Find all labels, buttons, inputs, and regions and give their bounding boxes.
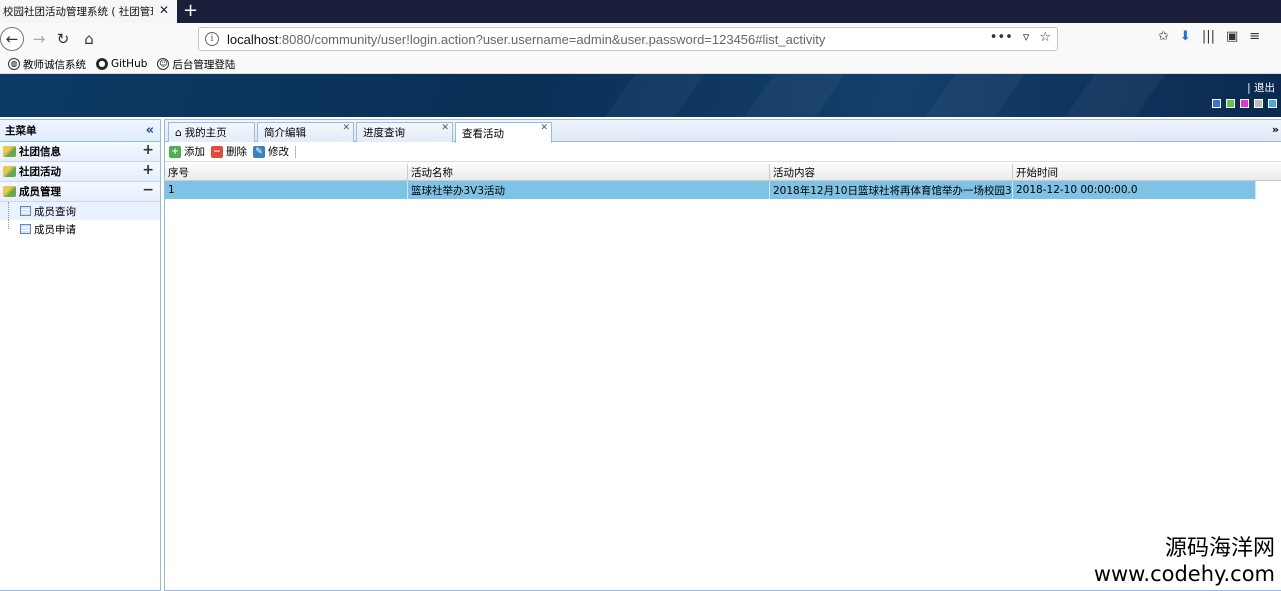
close-tab-icon[interactable]: ✕ [159, 3, 169, 17]
delete-icon: − [211, 145, 223, 158]
forward-icon[interactable]: → [28, 28, 50, 50]
browser-tab-bar: 校园社团活动管理系统 ( 社团管理员 ✕ + [0, 0, 1281, 23]
content-tabs: ⌂ 我的主页 简介编辑 ✕ 进度查询 ✕ 查看活动 ✕ » [165, 120, 1281, 143]
smiley-icon: ☺ [157, 58, 170, 70]
column-header[interactable]: 序号 [165, 164, 408, 180]
table-icon [20, 224, 31, 234]
bookmark-admin[interactable]: ☺ 后台管理登陆 [157, 57, 235, 72]
tree-item-member-query[interactable]: 成员查询 [0, 202, 160, 220]
bookmark-star-icon[interactable]: ☆ [1039, 30, 1051, 45]
github-icon: ● [96, 58, 108, 70]
folder-icon [3, 186, 16, 197]
watermark-en: www.codehy.com [1093, 562, 1275, 586]
watermark-cn: 源码海洋网 [1164, 536, 1275, 561]
expand-icon[interactable]: + [142, 142, 154, 158]
tab-home[interactable]: ⌂ 我的主页 [168, 122, 255, 142]
url-host: localhost [227, 31, 279, 47]
tab-progress[interactable]: 进度查询 ✕ [356, 122, 453, 142]
cell-start-time: 2018-12-10 00:00:00.0 [1013, 181, 1256, 199]
url-bar[interactable]: i localhost:8080/community/user!login.ac… [198, 27, 1058, 51]
theme-switcher [1212, 99, 1277, 108]
bookmark-github[interactable]: ● GitHub [96, 58, 147, 70]
folder-icon [3, 146, 16, 157]
content-panel: ⌂ 我的主页 简介编辑 ✕ 进度查询 ✕ 查看活动 ✕ » + 添加 − 删除 … [164, 119, 1281, 591]
theme-sky[interactable] [1268, 99, 1277, 108]
main-menu-title: 主菜单 « [0, 120, 160, 142]
folder-icon [3, 166, 16, 177]
section-member-management[interactable]: 成员管理 − [0, 182, 160, 202]
activity-grid: 序号 活动名称 活动内容 开始时间 1 篮球社举办3V3活动 2018年12月1… [165, 164, 1281, 199]
info-icon[interactable]: i [205, 32, 219, 46]
column-header[interactable]: 开始时间 [1013, 164, 1281, 180]
column-header[interactable]: 活动内容 [770, 164, 1013, 180]
theme-green[interactable] [1226, 99, 1235, 108]
globe-icon: ◍ [8, 58, 20, 70]
home-icon: ⌂ [175, 126, 182, 139]
theme-pink[interactable] [1240, 99, 1249, 108]
collapse-left-icon[interactable]: « [146, 123, 154, 138]
library-icon[interactable]: ||| [1202, 29, 1215, 44]
sidebar-icon[interactable]: ▣ [1226, 29, 1238, 44]
download-icon[interactable]: ⬇ [1180, 29, 1191, 44]
browser-tab[interactable]: 校园社团活动管理系统 ( 社团管理员 ✕ [0, 0, 177, 23]
close-icon[interactable]: ✕ [540, 123, 548, 133]
tabs-scroll-icon[interactable]: » [1272, 123, 1279, 136]
home-icon[interactable]: ⌂ [78, 28, 100, 50]
reader-icon[interactable]: ✩ [1158, 29, 1169, 44]
cell-index: 1 [165, 181, 408, 199]
edit-icon: ✎ [253, 145, 265, 158]
add-icon: + [169, 145, 181, 158]
tab-view-activity[interactable]: 查看活动 ✕ [455, 122, 552, 143]
tab-intro-edit[interactable]: 简介编辑 ✕ [257, 122, 354, 142]
column-header[interactable]: 活动名称 [408, 164, 770, 180]
back-icon[interactable]: ← [0, 27, 24, 51]
expand-icon[interactable]: + [142, 162, 154, 178]
collapse-icon[interactable]: − [142, 182, 154, 198]
new-tab-icon[interactable]: + [183, 0, 198, 22]
watermark: 源码海洋网 www.codehy.com [1094, 536, 1275, 586]
url-path: :8080/community/user!login.action?user.u… [278, 31, 826, 47]
grid-header: 序号 活动名称 活动内容 开始时间 [165, 164, 1281, 181]
table-row[interactable]: 1 篮球社举办3V3活动 2018年12月10日篮球社将再体育馆举办一场校园3V… [165, 181, 1256, 199]
browser-tab-title: 校园社团活动管理系统 ( 社团管理员 [3, 6, 153, 18]
edit-button[interactable]: ✎ 修改 [253, 144, 289, 159]
more-actions-icon[interactable]: ••• [990, 30, 1013, 45]
cell-activity-name: 篮球社举办3V3活动 [408, 181, 770, 199]
browser-nav-bar: ← → ↻ ⌂ i localhost:8080/community/user!… [0, 23, 1281, 55]
close-icon[interactable]: ✕ [342, 123, 350, 133]
main-menu-panel: 主菜单 « 社团信息 + 社团活动 + 成员管理 − 成员查询 成员申请 [0, 119, 161, 591]
theme-blue[interactable] [1212, 99, 1221, 108]
toolbar-divider [295, 145, 296, 158]
pocket-icon[interactable]: ▿ [1023, 30, 1030, 45]
delete-button[interactable]: − 删除 [211, 144, 247, 159]
section-club-activity[interactable]: 社团活动 + [0, 162, 160, 182]
reload-icon[interactable]: ↻ [52, 28, 74, 50]
close-icon[interactable]: ✕ [441, 123, 449, 133]
bookmark-teacher[interactable]: ◍ 教师诚信系统 [8, 57, 86, 72]
menu-icon[interactable]: ≡ [1249, 29, 1260, 44]
logout-link[interactable]: | 退出 [1247, 80, 1275, 95]
add-button[interactable]: + 添加 [169, 144, 205, 159]
theme-gray[interactable] [1254, 99, 1263, 108]
tree-item-member-apply[interactable]: 成员申请 [0, 220, 160, 238]
section-club-info[interactable]: 社团信息 + [0, 142, 160, 162]
bookmarks-bar: ◍ 教师诚信系统 ● GitHub ☺ 后台管理登陆 [0, 55, 1281, 74]
table-icon [20, 206, 31, 216]
app-header: | 退出 [0, 74, 1281, 117]
grid-toolbar: + 添加 − 删除 ✎ 修改 [165, 142, 1281, 162]
cell-activity-content: 2018年12月10日篮球社将再体育馆举办一场校园3V3篮 [770, 181, 1013, 199]
